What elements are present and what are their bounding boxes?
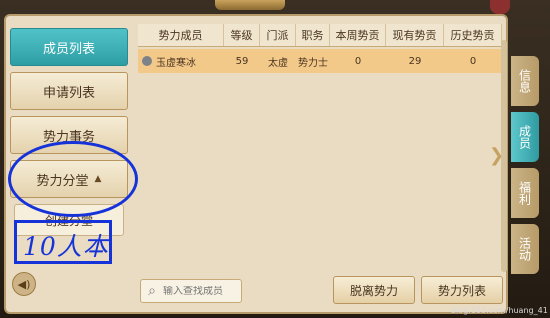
right-tabs: 信息 成员 福利 活动: [511, 56, 539, 280]
level-cell: 59: [235, 55, 249, 67]
search-input[interactable]: [163, 285, 239, 297]
tab-welfare[interactable]: 福利: [511, 168, 539, 218]
column-header[interactable]: 等级: [224, 24, 260, 46]
column-header[interactable]: 职务: [296, 24, 330, 46]
sidebar-item-label: 势力分堂: [36, 173, 89, 189]
faction-list-button[interactable]: 势力列表: [421, 276, 503, 304]
leave-faction-button[interactable]: 脱离势力: [333, 276, 415, 304]
table-header: 势力成员 等级 门派 职务 本周势贡 现有势贡 历史势贡: [138, 24, 502, 47]
watermark: blog.163.com/huang_41: [451, 306, 548, 315]
annotation-box: 10人本: [14, 220, 112, 264]
weekly-contribution-cell: 0: [354, 55, 362, 67]
sidebar-item-label: 申请列表: [42, 85, 95, 101]
annotation-text: 10人本: [23, 232, 109, 261]
column-header[interactable]: 历史势贡: [444, 24, 502, 46]
chevron-up-icon: ▲: [94, 174, 102, 184]
faction-list-label: 势力列表: [437, 283, 486, 298]
column-header[interactable]: 门派: [260, 24, 296, 46]
historical-contribution-cell: 0: [469, 55, 477, 67]
column-header[interactable]: 本周势贡: [330, 24, 386, 46]
search-icon: ⌕: [148, 283, 156, 299]
window: 成员列表 申请列表 势力事务 势力分堂 ▲ 创建分堂 10人本 ◀) 势力成员 …: [0, 0, 550, 318]
sidebar-item-faction-affairs[interactable]: 势力事务: [10, 116, 128, 154]
position-cell: 势力士: [298, 57, 328, 69]
search-box[interactable]: ⌕: [140, 279, 242, 303]
chevron-right-icon[interactable]: ❯: [489, 145, 504, 166]
column-header[interactable]: 势力成员: [138, 24, 224, 46]
tab-info[interactable]: 信息: [511, 56, 539, 106]
close-button[interactable]: [490, 0, 510, 14]
member-table: 势力成员 等级 门派 职务 本周势贡 现有势贡 历史势贡 玉虚寒冰 59 太虚 …: [138, 24, 502, 73]
sidebar-item-application-list[interactable]: 申请列表: [10, 72, 128, 110]
sidebar-item-label: 成员列表: [42, 41, 95, 57]
sidebar-item-member-list[interactable]: 成员列表: [10, 28, 128, 66]
tab-activities[interactable]: 活动: [511, 224, 539, 274]
volume-button[interactable]: ◀): [12, 272, 36, 296]
sidebar-item-label: 势力事务: [42, 129, 95, 145]
member-name-cell: 玉虚寒冰: [138, 49, 224, 73]
member-name: 玉虚寒冰: [156, 57, 196, 69]
tab-members[interactable]: 成员: [511, 112, 539, 162]
sidebar-item-faction-branch[interactable]: 势力分堂 ▲: [10, 160, 128, 198]
current-contribution-cell: 29: [408, 55, 422, 67]
volume-icon: ◀): [17, 277, 31, 291]
column-header[interactable]: 现有势贡: [386, 24, 444, 46]
sect-cell: 太虚: [268, 57, 288, 69]
avatar: [142, 56, 152, 66]
leave-faction-label: 脱离势力: [349, 283, 398, 298]
top-ornament: [215, 0, 285, 10]
sidebar: 成员列表 申请列表 势力事务 势力分堂 ▲ 创建分堂: [10, 28, 128, 236]
table-row[interactable]: 玉虚寒冰 59 太虚 势力士 0 29 0: [138, 49, 502, 73]
